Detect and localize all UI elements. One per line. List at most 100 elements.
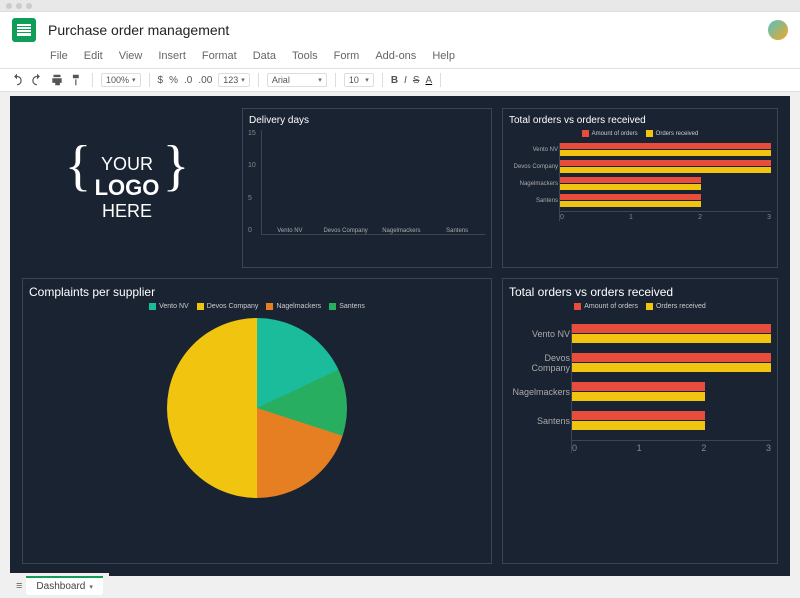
sheet-tab-dashboard[interactable]: Dashboard ▾: [26, 576, 102, 595]
legend-swatch: [574, 303, 581, 310]
menubar: File Edit View Insert Format Data Tools …: [0, 48, 800, 69]
x-tick: 0: [560, 214, 564, 221]
legend-label: Nagelmackers: [276, 303, 321, 310]
x-axis-ticks: 0 1 2 3: [560, 211, 771, 221]
x-tick: 0: [572, 443, 577, 453]
legend-swatch: [582, 130, 589, 137]
currency-button[interactable]: $: [158, 75, 164, 86]
bar-column: Devos Company: [322, 225, 370, 234]
font-select[interactable]: Arial▾: [267, 73, 327, 87]
x-tick: 2: [701, 443, 706, 453]
toolbar-separator: [335, 73, 336, 87]
user-avatar[interactable]: [768, 20, 788, 40]
font-size-select[interactable]: 10▾: [344, 73, 374, 87]
legend-swatch: [266, 303, 273, 310]
italic-icon[interactable]: I: [404, 75, 407, 86]
percent-button[interactable]: %: [169, 75, 178, 86]
legend-label: Vento NV: [159, 303, 189, 310]
sheets-app-icon[interactable]: [12, 18, 36, 42]
delivery-days-chart[interactable]: Delivery days 15 10 5 0 Vento NV Devos C…: [242, 108, 492, 268]
legend-item: Nagelmackers: [266, 303, 321, 310]
menu-tools[interactable]: Tools: [292, 50, 318, 62]
hbar-label: Vento NV: [508, 147, 558, 153]
y-tick: 10: [248, 162, 256, 169]
menu-help[interactable]: Help: [432, 50, 455, 62]
hbar-label: Vento NV: [512, 329, 570, 339]
legend-item: Vento NV: [149, 303, 189, 310]
font-size-value: 10: [349, 75, 359, 85]
chart-legend: Amount of orders Orders received: [509, 130, 771, 137]
hbar: [560, 201, 701, 207]
x-tick: 3: [767, 214, 771, 221]
legend-label: Amount of orders: [592, 131, 638, 137]
hbar-row: Vento NV: [560, 143, 771, 156]
hbar: [572, 334, 771, 343]
dec-increase-button[interactable]: .00: [198, 75, 212, 86]
menu-format[interactable]: Format: [202, 50, 237, 62]
hbar: [572, 392, 705, 401]
orders-small-chart[interactable]: Total orders vs orders received Amount o…: [502, 108, 778, 268]
legend-item: Orders received: [646, 303, 706, 310]
bar-label: Devos Company: [323, 228, 367, 234]
dashboard-canvas: { YOUR LOGO HERE } Delivery days 15 10 5…: [10, 96, 790, 576]
toolbar-separator: [440, 73, 441, 87]
hbar-row: Vento NV: [572, 324, 771, 343]
hbar-label: Devos Company: [508, 164, 558, 170]
print-icon[interactable]: [50, 73, 64, 87]
bar-chart-area: 15 10 5 0 Vento NV Devos Company Nagelma…: [261, 130, 485, 235]
all-sheets-icon[interactable]: ≡: [16, 580, 22, 592]
legend-item: Devos Company: [197, 303, 259, 310]
hbar: [572, 382, 705, 391]
redo-icon[interactable]: [30, 73, 44, 87]
strikethrough-icon[interactable]: S: [413, 75, 420, 86]
hbar-row: Nagelmackers: [560, 177, 771, 190]
hbar: [560, 143, 771, 149]
undo-icon[interactable]: [10, 73, 24, 87]
legend-label: Santens: [339, 303, 365, 310]
paint-format-icon[interactable]: [70, 73, 84, 87]
y-tick: 5: [248, 195, 256, 202]
hbar-label: Santens: [512, 416, 570, 426]
menu-addons[interactable]: Add-ons: [375, 50, 416, 62]
toolbar-separator: [258, 73, 259, 87]
toolbar-separator: [382, 73, 383, 87]
menu-form[interactable]: Form: [334, 50, 360, 62]
legend-label: Orders received: [656, 131, 699, 137]
legend-item: Orders received: [646, 130, 699, 137]
number-format-value: 123: [223, 75, 238, 85]
chart-title: Delivery days: [249, 115, 485, 126]
menu-insert[interactable]: Insert: [158, 50, 186, 62]
orders-large-chart[interactable]: Total orders vs orders received Amount o…: [502, 278, 778, 564]
hbar-row: Devos Company: [560, 160, 771, 173]
complaints-chart[interactable]: Complaints per supplier Vento NV Devos C…: [22, 278, 492, 564]
number-format-select[interactable]: 123▾: [218, 73, 250, 87]
legend-label: Devos Company: [207, 303, 259, 310]
menu-view[interactable]: View: [119, 50, 143, 62]
zoom-select[interactable]: 100%▾: [101, 73, 141, 87]
window-chrome: [0, 0, 800, 12]
font-value: Arial: [272, 75, 290, 85]
y-tick: 15: [248, 130, 256, 137]
hbar-chart-area: Vento NV Devos Company Nagelmackers Sant…: [559, 143, 771, 221]
menu-file[interactable]: File: [50, 50, 68, 62]
legend-label: Amount of orders: [584, 303, 638, 310]
toolbar: 100%▾ $ % .0 .00 123▾ Arial▾ 10▾ B I S A: [0, 69, 800, 92]
dec-decrease-button[interactable]: .0: [184, 75, 192, 86]
hbar-row: Devos Company: [572, 353, 771, 372]
legend-swatch: [149, 303, 156, 310]
text-color-icon[interactable]: A: [426, 75, 433, 86]
zoom-value: 100%: [106, 75, 129, 85]
bold-icon[interactable]: B: [391, 75, 398, 86]
bar-column: Vento NV: [266, 225, 314, 234]
legend-item: Amount of orders: [574, 303, 638, 310]
window-dot: [26, 3, 32, 9]
hbar: [560, 150, 771, 156]
y-tick: 0: [248, 227, 256, 234]
legend-item: Amount of orders: [582, 130, 638, 137]
hbar: [560, 194, 701, 200]
logo-line1: YOUR: [95, 154, 160, 175]
menu-edit[interactable]: Edit: [84, 50, 103, 62]
sheet-tab-dropdown-icon[interactable]: ▾: [89, 583, 93, 591]
document-title[interactable]: Purchase order management: [48, 22, 768, 38]
menu-data[interactable]: Data: [253, 50, 276, 62]
